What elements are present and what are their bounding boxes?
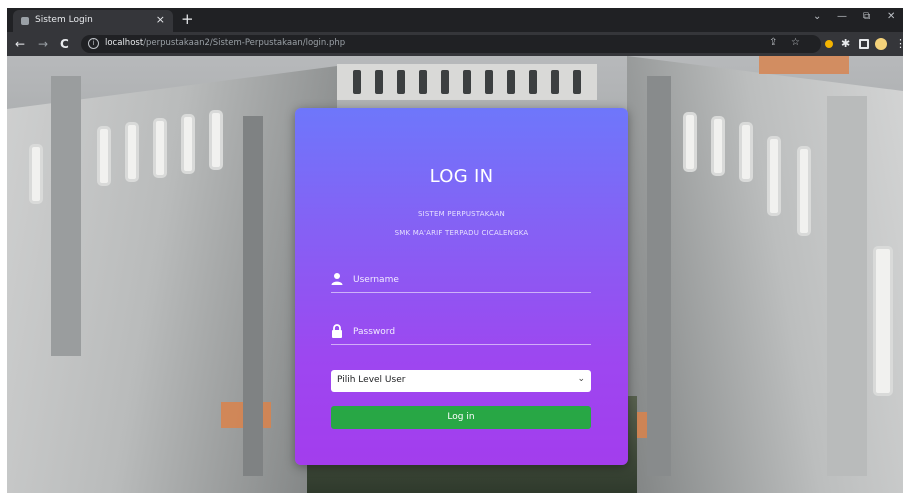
tab-close-icon[interactable]: × [156,13,165,26]
forward-button[interactable]: → [38,36,48,52]
lock-icon [332,324,342,338]
address-url[interactable]: localhost/perpustakaan2/Sistem-Perpustak… [105,38,345,48]
chevron-down-icon: ⌄ [577,374,585,384]
site-info-icon[interactable]: i [88,38,99,49]
close-window-button[interactable]: ✕ [887,11,895,22]
browser-toolbar: ← → C i localhost/perpustakaan2/Sistem-P… [7,32,903,56]
url-host: localhost [105,38,144,48]
background-building [337,64,597,100]
puzzle-icon[interactable]: ✱ [841,36,850,52]
level-user-selected: Pilih Level User [337,375,406,385]
tab-title: Sistem Login [35,15,93,25]
login-button[interactable]: Log in [331,406,591,429]
password-input[interactable] [353,321,589,343]
tab-favicon-icon [21,17,29,25]
menu-icon[interactable]: ⋮ [895,36,903,52]
username-field[interactable] [331,269,591,293]
level-user-select[interactable]: Pilih Level User ⌄ [331,370,591,392]
restore-button[interactable]: ⧉ [863,11,870,22]
tab-search-icon[interactable]: ⌄ [813,11,821,22]
browser-tab[interactable]: Sistem Login × [13,10,173,32]
user-icon [331,273,343,285]
extension-icon[interactable] [825,40,833,48]
login-title: LOG IN [429,166,494,187]
reload-button[interactable]: C [60,36,69,52]
minimize-button[interactable]: — [837,11,847,22]
app-subtitle: SISTEM PERPUSTAKAAN [417,210,505,218]
tab-strip: Sistem Login × + ⌄ — ⧉ ✕ [7,8,903,32]
school-subtitle: SMK MA'ARIF TERPADU CICALENGKA [394,229,529,237]
page-background: LOG IN SISTEM PERPUSTAKAAN SMK MA'ARIF T… [7,56,903,493]
back-button[interactable]: ← [15,36,25,52]
new-tab-button[interactable]: + [181,9,194,29]
url-path: /perpustakaan2/Sistem-Perpustakaan/login… [143,38,346,48]
share-icon[interactable]: ⇪ [769,37,777,48]
browser-window: Sistem Login × + ⌄ — ⧉ ✕ ← → C i localho… [7,8,903,493]
login-card: LOG IN SISTEM PERPUSTAKAAN SMK MA'ARIF T… [295,108,628,465]
bookmark-star-icon[interactable]: ☆ [791,37,800,48]
profile-avatar-icon[interactable] [875,38,887,50]
sidepanel-icon[interactable] [859,39,869,49]
password-field[interactable] [331,321,591,345]
username-input[interactable] [353,269,589,291]
address-bar[interactable]: i localhost/perpustakaan2/Sistem-Perpust… [81,35,821,53]
